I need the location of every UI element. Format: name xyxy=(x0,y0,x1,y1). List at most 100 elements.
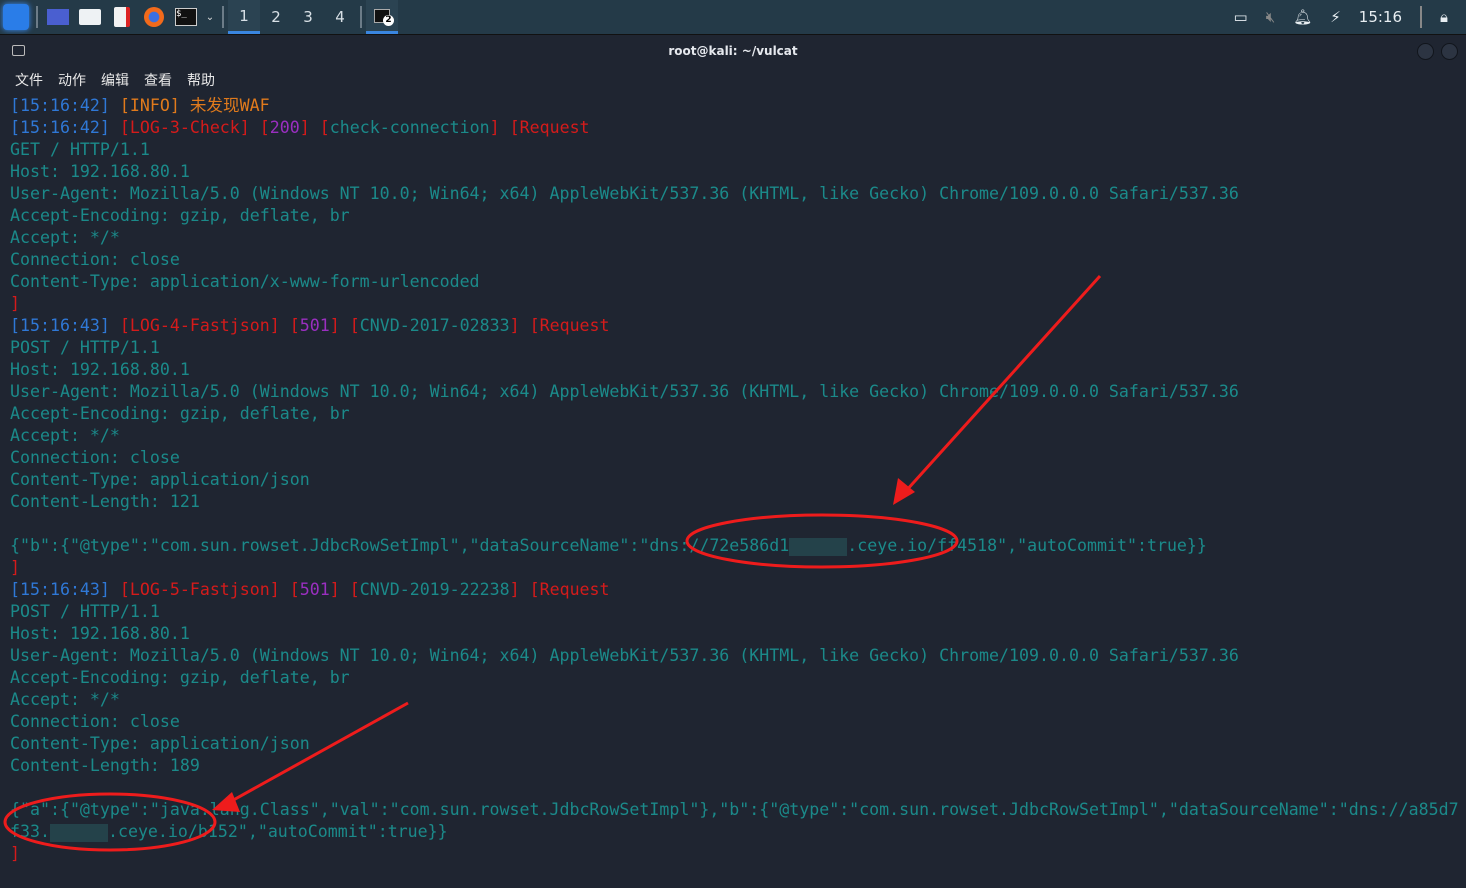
window-title: root@kali: ~/vulcat xyxy=(668,44,798,58)
redacted-text xyxy=(789,537,848,556)
terminal-task-button[interactable]: 2 xyxy=(366,0,398,34)
terminal-line: Content-Length: 189 xyxy=(10,755,1459,777)
text-editor-icon[interactable] xyxy=(106,0,138,34)
terminal-text: [15:16:42] xyxy=(10,118,110,137)
terminal-line: [15:16:43] [LOG-4-Fastjson] [501] [CNVD-… xyxy=(10,315,1459,337)
terminal-text: Host: 192.168.80.1 xyxy=(10,162,190,181)
chevron-down-icon[interactable]: ⌄ xyxy=(202,0,218,34)
terminal-text: Connection: close xyxy=(10,712,180,731)
terminal-line: ] xyxy=(10,557,1459,579)
menu-help[interactable]: 帮助 xyxy=(187,70,215,90)
terminal-output[interactable]: [15:16:42] [INFO] 未发现WAF [15:16:42] [LOG-… xyxy=(10,95,1459,865)
terminal-text: ] xyxy=(329,580,340,599)
terminal-icon xyxy=(12,45,25,56)
terminal-text: User-Agent: Mozilla/5.0 (Windows NT 10.0… xyxy=(10,646,1239,665)
terminal-line: ] xyxy=(10,843,1459,865)
terminal-line: Accept: */* xyxy=(10,227,1459,249)
terminal-text: ] xyxy=(329,316,340,335)
terminal-text: [15:16:43] xyxy=(10,580,110,599)
terminal-text: CNVD-2017-02833 xyxy=(359,316,510,335)
terminal-text: ] xyxy=(299,118,310,137)
window-count-badge: 2 xyxy=(383,15,394,26)
terminal-launcher-icon[interactable]: $_ xyxy=(170,0,202,34)
terminal-text: ] xyxy=(509,316,520,335)
terminal-text: [ xyxy=(349,316,360,335)
file-manager-icon[interactable] xyxy=(74,0,106,34)
title-bar: root@kali: ~/vulcat xyxy=(0,35,1466,67)
terminal-line: Host: 192.168.80.1 xyxy=(10,161,1459,183)
terminal-text: {"b":{"@type":"com.sun.rowset.JdbcRowSet… xyxy=(10,536,790,555)
menu-file[interactable]: 文件 xyxy=(15,70,43,90)
terminal-text: [ xyxy=(349,580,360,599)
maximize-button[interactable] xyxy=(1441,43,1458,60)
terminal-text: Content-Type: application/json xyxy=(10,734,310,753)
kali-menu-icon[interactable] xyxy=(0,0,32,34)
menu-view[interactable]: 查看 xyxy=(144,70,172,90)
volume-muted-icon[interactable]: 🔇︎ xyxy=(1266,8,1275,26)
menu-actions[interactable]: 动作 xyxy=(58,70,86,90)
terminal-line: Content-Length: 121 xyxy=(10,491,1459,513)
terminal-line: Host: 192.168.80.1 xyxy=(10,623,1459,645)
terminal-text: Accept: */* xyxy=(10,228,120,247)
terminal-line: POST / HTTP/1.1 xyxy=(10,337,1459,359)
terminal-text: User-Agent: Mozilla/5.0 (Windows NT 10.0… xyxy=(10,184,1239,203)
firefox-icon[interactable] xyxy=(138,0,170,34)
terminal-text: [LOG-3-Check] xyxy=(119,118,250,137)
separator xyxy=(36,6,38,28)
terminal-text: Accept-Encoding: gzip, deflate, br xyxy=(10,404,350,423)
terminal-text: Content-Length: 121 xyxy=(10,492,200,511)
terminal-line: User-Agent: Mozilla/5.0 (Windows NT 10.0… xyxy=(10,183,1459,205)
terminal-text: POST / HTTP/1.1 xyxy=(10,338,160,357)
terminal-text: [15:16:42] xyxy=(10,96,110,115)
workspace-3[interactable]: 3 xyxy=(292,0,324,34)
notification-bell-icon[interactable]: 🔔︎ xyxy=(1293,8,1312,26)
lock-icon[interactable]: 🔒︎ xyxy=(1440,8,1448,26)
workspace-2[interactable]: 2 xyxy=(260,0,292,34)
terminal-text: User-Agent: Mozilla/5.0 (Windows NT 10.0… xyxy=(10,382,1239,401)
workspace-1[interactable]: 1 xyxy=(228,0,260,34)
power-icon[interactable]: ⚡︎ xyxy=(1330,8,1341,26)
terminal-line: Connection: close xyxy=(10,447,1459,469)
terminal-line: Content-Type: application/x-www-form-url… xyxy=(10,271,1459,293)
terminal-text: [ xyxy=(319,118,330,137)
terminal-text: [ xyxy=(259,118,270,137)
terminal-text: [LOG-4-Fastjson] xyxy=(119,316,280,335)
terminal-line: {"a":{"@type":"java.lang.Class","val":"c… xyxy=(10,799,1459,821)
terminal-line: Connection: close xyxy=(10,711,1459,733)
terminal-line: Accept-Encoding: gzip, deflate, br xyxy=(10,667,1459,689)
separator xyxy=(222,6,224,28)
terminal-line: [15:16:42] [LOG-3-Check] [200] [check-co… xyxy=(10,117,1459,139)
terminal-window: root@kali: ~/vulcat 文件 动作 编辑 查看 帮助 [15:1… xyxy=(0,34,1466,888)
terminal-text: Connection: close xyxy=(10,448,180,467)
terminal-text: .ceye.io/ff4518","autoCommit":true}} xyxy=(847,536,1207,555)
minimize-button[interactable] xyxy=(1417,43,1434,60)
terminal-text: 501 xyxy=(299,580,330,599)
terminal-text: Accept: */* xyxy=(10,426,120,445)
menu-edit[interactable]: 编辑 xyxy=(101,70,129,90)
show-desktop-icon[interactable] xyxy=(42,0,74,34)
terminal-text: [ xyxy=(289,580,300,599)
terminal-text: Accept-Encoding: gzip, deflate, br xyxy=(10,668,350,687)
taskbar: $_ ⌄ 1 2 3 4 2 ▭ 🔇︎ 🔔︎ ⚡︎ 15:16 🔒︎ xyxy=(0,0,1466,34)
terminal-line: [15:16:43] [LOG-5-Fastjson] [501] [CNVD-… xyxy=(10,579,1459,601)
workspace-4[interactable]: 4 xyxy=(324,0,356,34)
terminal-text: [ xyxy=(289,316,300,335)
terminal-text: ] xyxy=(10,844,20,863)
clock[interactable]: 15:16 xyxy=(1359,8,1402,26)
network-icon[interactable]: ▭ xyxy=(1234,8,1248,26)
terminal-text: Host: 192.168.80.1 xyxy=(10,360,190,379)
terminal-text: Accept: */* xyxy=(10,690,120,709)
terminal-text: [LOG-5-Fastjson] xyxy=(119,580,280,599)
terminal-line: GET / HTTP/1.1 xyxy=(10,139,1459,161)
terminal-text: [Request xyxy=(529,580,610,599)
